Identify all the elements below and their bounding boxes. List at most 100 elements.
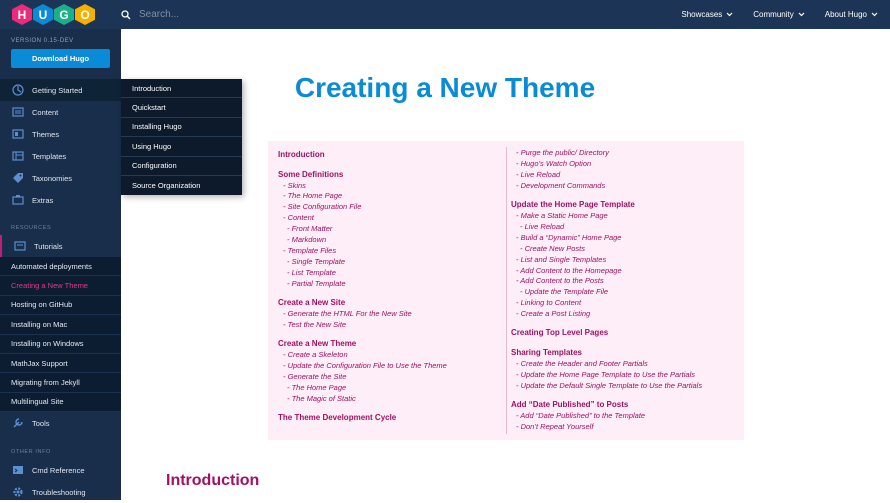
version-label: VERSION 0.15-DEV bbox=[11, 38, 74, 44]
tag-icon bbox=[11, 171, 25, 185]
gear-icon bbox=[11, 485, 25, 499]
hugo-logo[interactable]: H U G O bbox=[0, 4, 121, 25]
toc-link[interactable]: - The Home Page bbox=[278, 191, 447, 202]
toc-link[interactable]: - Development Commands bbox=[511, 181, 702, 192]
tutorial-item[interactable]: Installing on Mac bbox=[0, 315, 121, 335]
toc-link[interactable]: - Create a Skeleton bbox=[278, 350, 447, 361]
toc-link[interactable]: - Build a “Dynamic” Home Page bbox=[511, 233, 702, 244]
sidebar-item-label: Taxonomies bbox=[32, 173, 73, 183]
sidebar-item-templates[interactable]: Templates bbox=[0, 145, 121, 167]
nav-showcases[interactable]: Showcases bbox=[681, 10, 733, 19]
page-title: Creating a New Theme bbox=[294, 72, 596, 103]
toc-right-column: - Purge the public/ Directory - Hugo’s Wa… bbox=[511, 148, 702, 433]
chevron-down-icon bbox=[726, 12, 733, 17]
toc-link[interactable]: - The Home Page bbox=[278, 383, 447, 394]
sidebar-item-label: Tutorials bbox=[34, 241, 63, 251]
toc-link[interactable]: - Generate the Site bbox=[278, 372, 447, 383]
sidebar-item-taxonomies[interactable]: Taxonomies bbox=[0, 167, 121, 189]
toc-section-link[interactable]: Introduction bbox=[278, 148, 447, 161]
sidebar-item-tutorials[interactable]: Tutorials bbox=[0, 235, 121, 257]
download-button[interactable]: Download Hugo bbox=[11, 49, 110, 68]
toc-left-column: Introduction Some Definitions - Skins - The… bbox=[278, 148, 447, 424]
toc-link[interactable]: - List Template bbox=[278, 268, 447, 279]
sidebar-item-content[interactable]: Content bbox=[0, 101, 121, 123]
tutorial-item[interactable]: MathJax Support bbox=[0, 354, 121, 374]
logo-hex: G bbox=[54, 4, 74, 25]
tools-icon bbox=[11, 416, 25, 430]
toc-link[interactable]: - Don’t Repeat Yourself bbox=[511, 422, 702, 433]
toc-link[interactable]: - Skins bbox=[278, 181, 447, 192]
toc-section-link[interactable]: Update the Home Page Template bbox=[511, 198, 702, 211]
tutorial-item-current[interactable]: Creating a New Theme bbox=[0, 276, 121, 296]
toc-section-link[interactable]: Sharing Templates bbox=[511, 346, 702, 359]
toc-link[interactable]: - Update the Default Single Template to … bbox=[511, 381, 702, 392]
toc-link[interactable]: - Template Files bbox=[278, 246, 447, 257]
toc-link[interactable]: - Create New Posts bbox=[511, 244, 702, 255]
dropdown-item[interactable]: Configuration bbox=[121, 157, 242, 176]
resources-heading: RESOURCES bbox=[11, 225, 52, 231]
tutorial-item[interactable]: Migrating from Jekyll bbox=[0, 373, 121, 393]
toc-link[interactable]: - Linking to Content bbox=[511, 298, 702, 309]
toc-section-link[interactable]: Create a New Theme bbox=[278, 337, 447, 350]
sidebar-item-tools[interactable]: Tools bbox=[0, 412, 121, 434]
terminal-icon bbox=[11, 463, 25, 477]
toc-section-link[interactable]: The Theme Development Cycle bbox=[278, 411, 447, 424]
tutorial-item[interactable]: Hosting on GitHub bbox=[0, 295, 121, 316]
toc-link[interactable]: - Site Configuration File bbox=[278, 202, 447, 213]
toc-link[interactable]: - List and Single Templates bbox=[511, 255, 702, 266]
toc-link[interactable]: - Create a Post Listing bbox=[511, 309, 702, 320]
sidebar-item-label: Cmd Reference bbox=[32, 465, 85, 475]
dropdown-item[interactable]: Installing Hugo bbox=[121, 118, 242, 138]
logo-hex: O bbox=[75, 4, 95, 25]
toc-link[interactable]: - Update the Configuration File to Use t… bbox=[278, 361, 447, 372]
tutorial-item[interactable]: Multilingual Site bbox=[0, 392, 121, 413]
sidebar-item-getting-started[interactable]: Getting Started bbox=[0, 79, 121, 101]
rocket-icon bbox=[11, 83, 25, 97]
toc-link[interactable]: - Hugo’s Watch Option bbox=[511, 159, 702, 170]
toc-link[interactable]: - Content bbox=[278, 213, 447, 224]
sidebar-item-label: Themes bbox=[32, 129, 60, 139]
toc-link[interactable]: - Markdown bbox=[278, 235, 447, 246]
nav-about-hugo[interactable]: About Hugo bbox=[825, 10, 878, 19]
sidebar-item-themes[interactable]: Themes bbox=[0, 123, 121, 145]
toc-link[interactable]: - Add Content to the Homepage bbox=[511, 266, 702, 277]
toc-link[interactable]: - The Magic of Static bbox=[278, 394, 447, 405]
sidebar-item-label: Extras bbox=[32, 195, 54, 205]
search-input[interactable]: Search... bbox=[139, 9, 179, 20]
toc-link[interactable]: - Make a Static Home Page bbox=[511, 211, 702, 222]
toc-link[interactable]: - Update the Template File bbox=[511, 287, 702, 298]
table-of-contents: Introduction Some Definitions - Skins - The… bbox=[268, 141, 744, 440]
dropdown-item[interactable]: Using Hugo bbox=[121, 137, 242, 157]
toc-link[interactable]: - Single Template bbox=[278, 257, 447, 268]
toc-link[interactable]: - Partial Template bbox=[278, 279, 447, 290]
toc-link[interactable]: - Create the Header and Footer Partials bbox=[511, 359, 702, 370]
toc-section-link[interactable]: Add “Date Published” to Posts bbox=[511, 398, 702, 411]
sidebar-item-label: Troubleshooting bbox=[32, 487, 86, 497]
toc-section-link[interactable]: Creating Top Level Pages bbox=[511, 326, 702, 339]
nav-label: Community bbox=[753, 10, 794, 19]
sidebar-item-extras[interactable]: Extras bbox=[0, 189, 121, 211]
toc-link[interactable]: - Purge the public/ Directory bbox=[511, 148, 702, 159]
dropdown-item[interactable]: Source Organization bbox=[121, 176, 242, 195]
sidebar-item-label: Content bbox=[32, 107, 59, 117]
toc-link[interactable]: - Generate the HTML For the New Site bbox=[278, 309, 447, 320]
toc-link[interactable]: - Update the Home Page Template to Use t… bbox=[511, 370, 702, 381]
sidebar-item-label: Getting Started bbox=[32, 85, 83, 95]
themes-icon bbox=[11, 127, 25, 141]
toc-link[interactable]: - Add Content to the Posts bbox=[511, 276, 702, 287]
sidebar-item-cmd-reference[interactable]: Cmd Reference bbox=[0, 459, 121, 481]
nav-community[interactable]: Community bbox=[753, 10, 805, 19]
toc-link[interactable]: - Test the New Site bbox=[278, 320, 447, 331]
toc-link[interactable]: - Add “Date Published” to the Template bbox=[511, 411, 702, 422]
toc-link[interactable]: - Live Reload bbox=[511, 170, 702, 181]
search-box[interactable]: Search... bbox=[121, 9, 521, 20]
content-icon bbox=[11, 105, 25, 119]
tutorial-item[interactable]: Installing on Windows bbox=[0, 334, 121, 354]
nav-label: About Hugo bbox=[824, 10, 867, 19]
tutorial-item[interactable]: Automated deployments bbox=[0, 257, 121, 277]
other-info-heading: OTHER INFO bbox=[11, 449, 51, 455]
toc-link[interactable]: - Front Matter bbox=[278, 224, 447, 235]
toc-section-link[interactable]: Create a New Site bbox=[278, 296, 447, 309]
toc-section-link[interactable]: Some Definitions bbox=[278, 168, 447, 181]
toc-link[interactable]: - Live Reload bbox=[511, 222, 702, 233]
